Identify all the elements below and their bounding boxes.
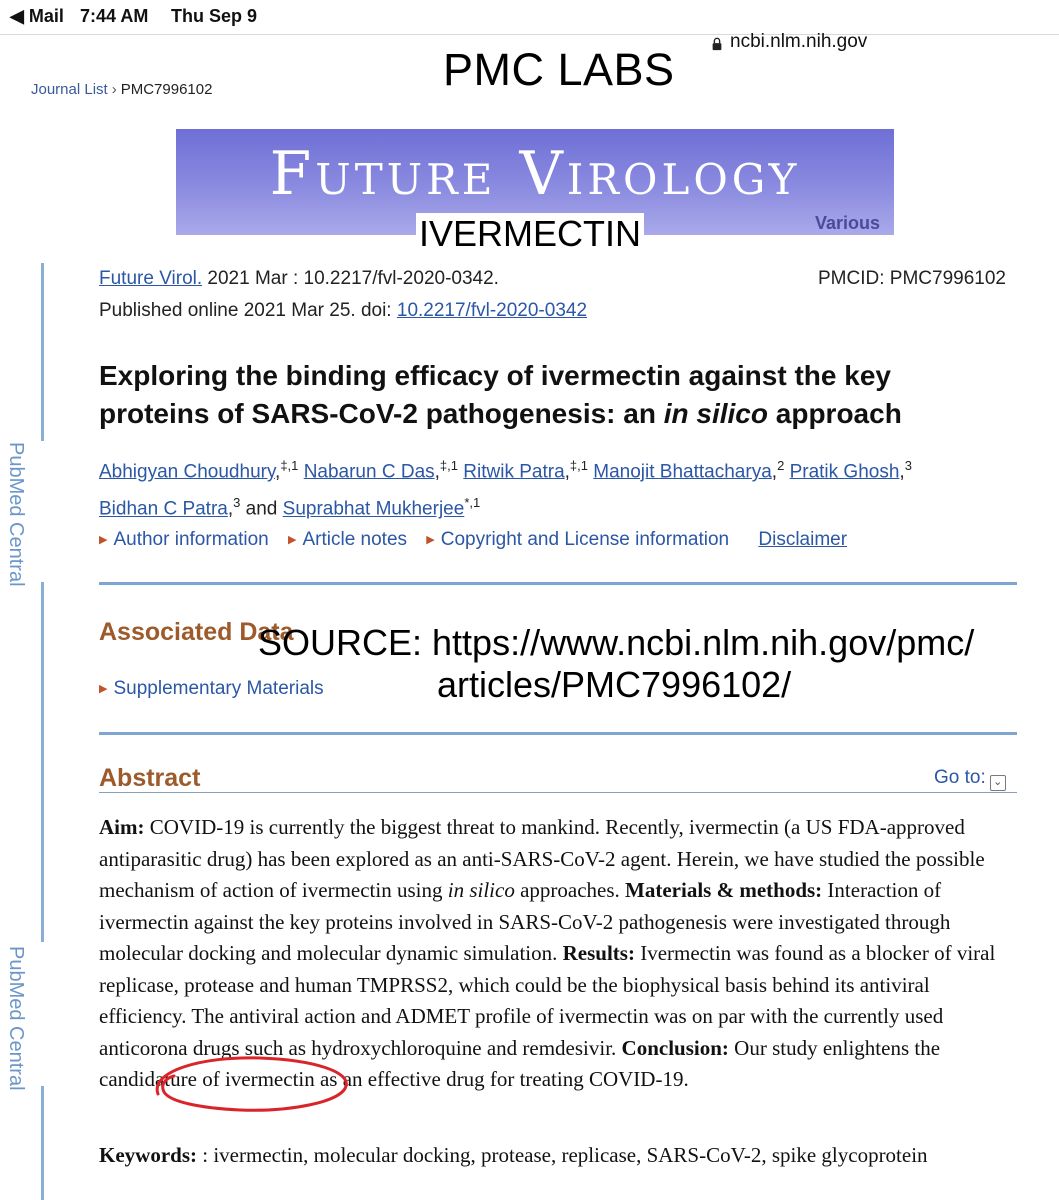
author-affiliation: ‡,1	[439, 458, 458, 473]
article-notes-toggle[interactable]: ▶ Article notes	[288, 529, 407, 550]
author-information-toggle[interactable]: ▶ Author information	[99, 529, 269, 550]
status-time: 7:44 AM	[80, 6, 149, 26]
article-title: Exploring the binding efficacy of iverme…	[99, 357, 999, 433]
title-text: approach	[767, 398, 902, 429]
lock-icon	[712, 37, 722, 51]
breadcrumb: Journal List › PMC7996102	[31, 81, 212, 98]
methods-label: Materials & methods:	[625, 878, 823, 902]
expand-triangle-icon: ▶	[288, 534, 297, 546]
results-label: Results:	[562, 941, 635, 965]
source-overlay-line2: articles/PMC7996102/	[437, 664, 792, 705]
author-affiliation: ‡,1	[280, 458, 299, 473]
ivermectin-overlay-text: IVERMECTIN	[416, 213, 645, 255]
author-affiliation: 3	[233, 495, 241, 511]
keywords-line: Keywords: : ivermectin, molecular dockin…	[99, 1143, 1039, 1168]
journal-link[interactable]: Future Virol.	[99, 268, 202, 289]
section-divider	[99, 582, 1017, 585]
toggle-label: Article notes	[302, 529, 408, 550]
status-date: Thu Sep 9	[171, 6, 258, 26]
journal-banner-tag: Various	[814, 213, 880, 233]
author-link[interactable]: Abhigyan Choudhury	[99, 461, 275, 482]
author-affiliation: ‡,1	[569, 458, 588, 473]
title-italic: in silico	[663, 398, 768, 429]
conclusion-label: Conclusion:	[621, 1035, 729, 1060]
expand-triangle-icon: ▶	[426, 534, 435, 546]
article-info-links: ▶ Author information ▶ Article notes ▶ Copy…	[99, 529, 847, 551]
sidebar-rule	[41, 582, 44, 942]
author-list: Abhigyan Choudhury,‡,1 Nabarun C Das,‡,1…	[99, 458, 912, 520]
author-affiliation: 2	[777, 458, 785, 473]
published-text: Published online 2021 Mar 25. doi:	[99, 300, 397, 321]
supplementary-materials-toggle[interactable]: ▶ Supplementary Materials	[99, 678, 324, 700]
sidebar-pubmed-central-label: PubMed Central	[5, 442, 27, 587]
author-link[interactable]: Pratik Ghosh	[790, 461, 900, 482]
red-annotation-circle	[155, 1056, 348, 1112]
citation-issue: 2021 Mar : 10.2217/fvl-2020-0342.	[202, 268, 499, 289]
author-affiliation: *,1	[464, 495, 481, 511]
abstract-underline	[99, 792, 1017, 793]
goto-label: Go to:	[934, 767, 986, 788]
keywords-text: : ivermectin, molecular docking, proteas…	[197, 1143, 928, 1167]
sidebar-pubmed-central-label: PubMed Central	[5, 946, 27, 1091]
goto-menu[interactable]: Go to: ⌄	[934, 767, 1006, 791]
status-bar: ◀ Mail 7:44 AM Thu Sep 9	[0, 0, 1059, 34]
author-link[interactable]: Suprabhat Mukherjee	[283, 499, 465, 520]
author-link[interactable]: Ritwik Patra	[463, 461, 564, 482]
citation-line: Future Virol. 2021 Mar : 10.2217/fvl-202…	[99, 268, 499, 290]
journal-banner-title: Future Virology	[269, 139, 801, 209]
sidebar-rule	[41, 263, 44, 441]
breadcrumb-separator: ›	[111, 81, 117, 98]
expand-triangle-icon: ▶	[99, 534, 108, 546]
pmc-labs-overlay-text: PMC LABS	[443, 44, 675, 95]
status-divider	[0, 34, 1059, 35]
pmcid: PMCID: PMC7996102	[818, 268, 1006, 289]
back-to-mail-link[interactable]: ◀ Mail	[10, 6, 64, 27]
toggle-label: Copyright and License information	[440, 529, 730, 550]
aim-text: approaches.	[514, 878, 626, 902]
toggle-label: Author information	[113, 529, 269, 550]
address-bar-url[interactable]: ncbi.nlm.nih.gov	[730, 31, 867, 53]
chevron-down-icon: ⌄	[989, 775, 1006, 791]
keywords-label: Keywords:	[99, 1143, 197, 1167]
abstract-heading: Abstract	[99, 764, 201, 792]
toggle-label: Supplementary Materials	[113, 678, 324, 699]
breadcrumb-current: PMC7996102	[120, 81, 213, 98]
published-line: Published online 2021 Mar 25. doi: 10.22…	[99, 300, 587, 322]
aim-italic: in silico	[447, 878, 515, 902]
author-affiliation: 3	[904, 458, 912, 473]
author-link[interactable]: Manojit Bhattacharya	[593, 461, 772, 482]
section-divider	[99, 732, 1017, 735]
aim-label: Aim:	[99, 815, 145, 839]
author-link[interactable]: Nabarun C Das	[304, 461, 435, 482]
disclaimer-link[interactable]: Disclaimer	[758, 529, 847, 550]
author-link[interactable]: Bidhan C Patra	[99, 499, 228, 520]
sidebar-rule	[41, 1086, 44, 1200]
expand-triangle-icon: ▶	[99, 683, 108, 695]
doi-link[interactable]: 10.2217/fvl-2020-0342	[397, 300, 587, 321]
source-overlay-line1: SOURCE: https://www.ncbi.nlm.nih.gov/pmc…	[258, 622, 975, 663]
breadcrumb-journal-list-link[interactable]: Journal List	[31, 81, 108, 98]
copyright-toggle[interactable]: ▶ Copyright and License information	[426, 529, 729, 550]
